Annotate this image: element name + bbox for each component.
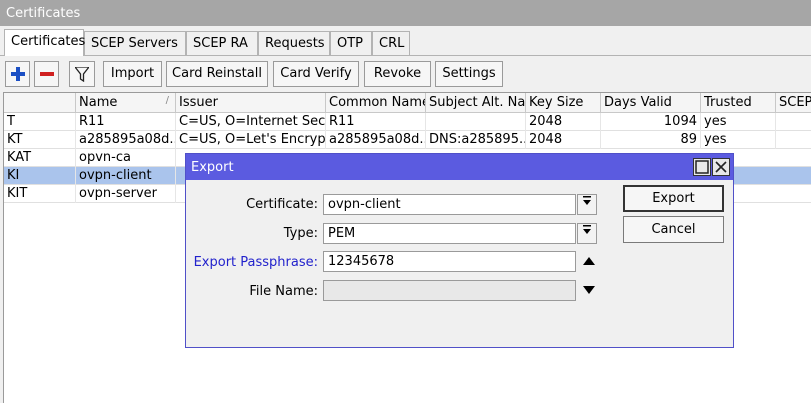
cell-common-name: R11 [326, 113, 426, 131]
column-header-key-size[interactable]: Key Size [526, 93, 601, 113]
close-button[interactable] [712, 158, 730, 176]
certificate-label: Certificate: [246, 197, 318, 212]
tab-scep-ra[interactable]: SCEP RA [186, 31, 258, 55]
card-verify-button[interactable]: Card Verify [273, 61, 359, 87]
tab-otp[interactable]: OTP [330, 31, 372, 55]
cell-name: opvn-ca [76, 149, 176, 167]
tab-divider [0, 55, 811, 56]
expand-down-icon[interactable] [581, 283, 597, 299]
cell-subject-alt-name [426, 113, 526, 131]
cell-flags: KT [4, 131, 76, 149]
type-label: Type: [283, 226, 318, 241]
cell-name: a285895a08d... [76, 131, 176, 149]
column-header-name[interactable]: Name / [76, 93, 176, 113]
cell-trusted: yes [701, 131, 776, 149]
column-header-name-label: Name [79, 95, 118, 110]
export-button[interactable]: Export [623, 185, 724, 212]
dialog-title-bar: Export [186, 154, 733, 180]
cell-key-size: 2048 [526, 113, 601, 131]
minus-icon [39, 72, 54, 76]
type-dropdown-button[interactable] [577, 223, 597, 244]
plus-icon [10, 67, 25, 81]
table-row[interactable]: KT a285895a08d... C=US, O=Let's Encrypt.… [4, 131, 811, 149]
table-row[interactable]: T R11 C=US, O=Internet Secu... R11 2048 … [4, 113, 811, 131]
cell-name: R11 [76, 113, 176, 131]
column-header-trusted[interactable]: Trusted [701, 93, 776, 113]
collapse-up-icon[interactable] [581, 254, 597, 270]
cell-flags: KI [4, 167, 76, 185]
cell-key-size: 2048 [526, 131, 601, 149]
certificate-dropdown-button[interactable] [577, 194, 597, 215]
add-button[interactable] [5, 61, 30, 87]
file-name-input[interactable] [323, 280, 576, 301]
cell-days-valid: 89 [601, 131, 701, 149]
tab-requests[interactable]: Requests [258, 31, 330, 55]
cell-issuer: C=US, O=Internet Secu... [176, 113, 326, 131]
file-name-label: File Name: [249, 284, 318, 299]
column-header-flags[interactable] [4, 93, 76, 113]
cell-name: ovpn-client [76, 167, 176, 185]
cell-issuer: C=US, O=Let's Encrypt... [176, 131, 326, 149]
export-dialog: Export Certificate: ovpn-client Type: PE… [185, 153, 734, 348]
dropdown-arrow-icon [583, 225, 591, 234]
import-button[interactable]: Import [103, 61, 162, 87]
cancel-button[interactable]: Cancel [623, 216, 724, 243]
sort-indicator-icon: / [165, 95, 169, 106]
export-passphrase-label: Export Passphrase: [193, 255, 318, 270]
card-reinstall-button[interactable]: Card Reinstall [166, 61, 268, 87]
tab-certificates[interactable]: Certificates [4, 29, 85, 56]
column-header-issuer[interactable]: Issuer [176, 93, 326, 113]
column-header-common-name[interactable]: Common Name [326, 93, 426, 113]
window-title: Certificates [6, 6, 81, 21]
revoke-button[interactable]: Revoke [364, 61, 431, 87]
tab-crl[interactable]: CRL [372, 31, 410, 55]
window-title-bar: Certificates [0, 0, 811, 26]
cell-trusted: yes [701, 113, 776, 131]
cell-flags: KIT [4, 185, 76, 203]
type-field[interactable]: PEM [323, 223, 576, 244]
remove-button[interactable] [34, 61, 59, 87]
dropdown-arrow-icon [583, 196, 591, 205]
cell-name: ovpn-server [76, 185, 176, 203]
cell-subject-alt-name: DNS:a285895... [426, 131, 526, 149]
cell-flags: KAT [4, 149, 76, 167]
column-header-scep[interactable]: SCEP [776, 93, 811, 113]
filter-icon [73, 66, 91, 83]
cell-common-name: a285895a08d... [326, 131, 426, 149]
export-passphrase-input[interactable]: 12345678 [323, 251, 576, 272]
column-header-subject-alt-name[interactable]: Subject Alt. Na... [426, 93, 526, 113]
close-icon [715, 161, 727, 173]
cell-days-valid: 1094 [601, 113, 701, 131]
filter-button[interactable] [69, 61, 95, 87]
dialog-title: Export [191, 160, 234, 175]
settings-button[interactable]: Settings [435, 61, 503, 87]
column-header-days-valid[interactable]: Days Valid [601, 93, 701, 113]
maximize-button[interactable] [693, 158, 711, 176]
tab-scep-servers[interactable]: SCEP Servers [84, 31, 186, 55]
cell-flags: T [4, 113, 76, 131]
certificate-field[interactable]: ovpn-client [323, 194, 576, 215]
maximize-icon [695, 160, 709, 174]
